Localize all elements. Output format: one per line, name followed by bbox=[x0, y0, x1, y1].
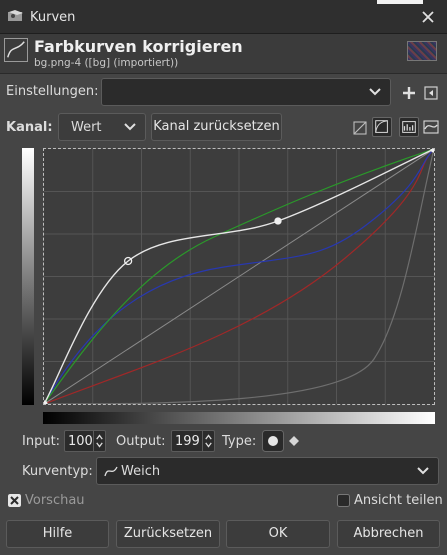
channel-combo[interactable]: Wert bbox=[58, 113, 146, 141]
window-edge-accent bbox=[377, 0, 423, 4]
cancel-button[interactable]: Abbrechen bbox=[337, 520, 440, 548]
channel-label: Kanal: bbox=[6, 120, 53, 135]
presets-label: Einstellungen: bbox=[6, 84, 99, 99]
input-gradient-bar bbox=[43, 412, 435, 424]
smooth-curve-icon bbox=[104, 466, 118, 477]
logarithmic-histogram-icon[interactable] bbox=[372, 117, 392, 137]
dialog-header: Farbkurven korrigieren bg.png-4 ([bg] (i… bbox=[0, 34, 447, 74]
ok-button[interactable]: OK bbox=[226, 520, 330, 548]
smooth-point-icon[interactable] bbox=[262, 430, 284, 452]
presets-combo[interactable] bbox=[101, 78, 391, 106]
curve-type-value: Weich bbox=[121, 464, 161, 479]
preview-label: Vorschau bbox=[25, 493, 85, 508]
preview-checkbox[interactable] bbox=[8, 494, 21, 507]
chevron-down-icon bbox=[417, 467, 429, 475]
output-spinner[interactable]: 199 bbox=[171, 430, 215, 452]
histogram-view-icon[interactable] bbox=[399, 117, 419, 137]
corner-point-icon[interactable] bbox=[287, 433, 301, 449]
reset-button[interactable]: Zurücksetzen bbox=[116, 520, 220, 548]
preset-menu-icon[interactable] bbox=[421, 83, 441, 103]
input-spinner[interactable]: 100 bbox=[64, 430, 106, 452]
type-label: Type: bbox=[222, 434, 257, 449]
chevron-down-icon bbox=[369, 88, 381, 96]
title-bar: Kurven bbox=[0, 0, 447, 34]
curve-view-icon[interactable] bbox=[421, 117, 441, 137]
curve-type-combo[interactable]: Weich bbox=[96, 457, 439, 485]
split-view-checkbox[interactable] bbox=[337, 494, 350, 507]
input-label: Input: bbox=[22, 434, 61, 449]
curves-tool-icon bbox=[4, 38, 28, 62]
linear-histogram-icon[interactable] bbox=[351, 118, 371, 138]
curve-control-point[interactable] bbox=[430, 149, 434, 153]
curve-graph-frame bbox=[43, 148, 435, 405]
curve-control-point[interactable] bbox=[274, 217, 282, 225]
spinner-arrows-icon[interactable] bbox=[93, 431, 105, 451]
curve-control-point[interactable] bbox=[44, 400, 48, 404]
output-gradient-bar bbox=[22, 148, 34, 405]
dialog-subtitle: bg.png-4 ([bg] (importiert)) bbox=[34, 57, 179, 69]
window-title: Kurven bbox=[30, 10, 76, 25]
chevron-down-icon bbox=[124, 123, 136, 131]
curve-type-label: Kurventyp: bbox=[22, 464, 93, 479]
split-view-label: Ansicht teilen bbox=[354, 493, 443, 508]
output-value: 199 bbox=[175, 434, 200, 449]
add-preset-icon[interactable] bbox=[399, 83, 419, 103]
spinner-arrows-icon[interactable] bbox=[202, 431, 214, 451]
gimp-app-icon bbox=[8, 10, 23, 21]
close-icon[interactable] bbox=[418, 7, 438, 27]
curve-graph[interactable] bbox=[44, 149, 434, 404]
dialog-title: Farbkurven korrigieren bbox=[34, 37, 243, 56]
reset-channel-button[interactable]: Kanal zurücksetzen bbox=[151, 113, 282, 141]
output-label: Output: bbox=[116, 434, 166, 449]
channel-value: Wert bbox=[71, 120, 102, 135]
input-value: 100 bbox=[68, 434, 93, 449]
help-button[interactable]: Hilfe bbox=[6, 520, 109, 548]
image-thumbnail bbox=[407, 41, 437, 61]
